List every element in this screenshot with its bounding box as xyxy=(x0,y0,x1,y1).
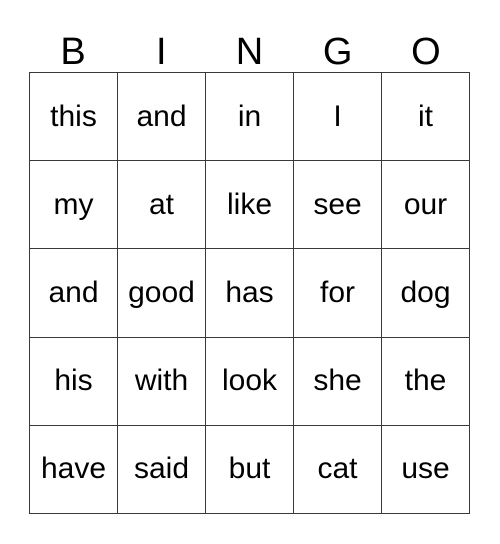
bingo-cell-r1c4[interactable]: I xyxy=(294,73,382,162)
bingo-cell-label: has xyxy=(225,275,274,309)
bingo-cell-r3c1[interactable]: and xyxy=(30,249,118,338)
bingo-cell-r3c3[interactable]: has xyxy=(206,249,294,338)
bingo-cell-label: she xyxy=(313,364,362,398)
bingo-cell-label: in xyxy=(237,99,262,133)
bingo-card: B I N G O this and in I it my at like se… xyxy=(0,0,500,544)
bingo-cell-r1c5[interactable]: it xyxy=(382,73,470,162)
bingo-cell-label: with xyxy=(134,364,189,398)
bingo-cell-r5c2[interactable]: said xyxy=(118,425,206,514)
bingo-cell-r1c2[interactable]: and xyxy=(118,73,206,162)
bingo-cell-r1c3[interactable]: in xyxy=(206,73,294,162)
bingo-cell-r4c2[interactable]: with xyxy=(118,337,206,426)
bingo-cell-label: our xyxy=(403,187,448,221)
bingo-header-letter-n: N xyxy=(235,31,264,73)
bingo-cell-label: like xyxy=(226,187,272,221)
bingo-header-letter-o: O xyxy=(411,31,441,73)
bingo-cell-label: my xyxy=(53,187,94,221)
bingo-cell-r1c1[interactable]: this xyxy=(30,73,118,162)
bingo-cell-label: this xyxy=(50,99,97,133)
bingo-cell-label: look xyxy=(221,364,278,398)
bingo-cell-label: I xyxy=(333,99,342,133)
bingo-cell-label: cat xyxy=(317,452,358,486)
bingo-cell-label: and xyxy=(136,99,187,133)
bingo-cell-label: said xyxy=(133,452,190,486)
bingo-cell-label: good xyxy=(128,275,195,309)
bingo-cell-r3c5[interactable]: dog xyxy=(382,249,470,338)
bingo-cell-label: use xyxy=(401,452,450,486)
bingo-cell-r2c2[interactable]: at xyxy=(118,161,206,250)
bingo-cell-r2c1[interactable]: my xyxy=(30,161,118,250)
bingo-cell-r4c5[interactable]: the xyxy=(382,337,470,426)
bingo-header-row: B I N G O xyxy=(29,24,470,72)
bingo-cell-label: it xyxy=(418,99,433,133)
bingo-cell-label: dog xyxy=(400,275,451,309)
bingo-grid: this and in I it my at like see our and … xyxy=(29,72,470,514)
bingo-cell-r5c1[interactable]: have xyxy=(30,425,118,514)
bingo-cell-label: but xyxy=(228,452,271,486)
bingo-cell-label: for xyxy=(319,275,355,309)
bingo-header-letter-i: I xyxy=(156,31,167,73)
bingo-cell-r2c4[interactable]: see xyxy=(294,161,382,250)
bingo-cell-r5c5[interactable]: use xyxy=(382,425,470,514)
bingo-cell-r3c2[interactable]: good xyxy=(118,249,206,338)
bingo-cell-r4c1[interactable]: his xyxy=(30,337,118,426)
bingo-cell-label: at xyxy=(148,187,175,221)
bingo-cell-label: the xyxy=(404,364,447,398)
bingo-cell-label: his xyxy=(54,364,93,398)
bingo-cell-label: and xyxy=(48,275,99,309)
bingo-cell-r2c3[interactable]: like xyxy=(206,161,294,250)
bingo-cell-r4c4[interactable]: she xyxy=(294,337,382,426)
bingo-cell-r3c4[interactable]: for xyxy=(294,249,382,338)
bingo-cell-r5c3[interactable]: but xyxy=(206,425,294,514)
bingo-cell-label: see xyxy=(313,187,362,221)
bingo-cell-label: have xyxy=(40,452,107,486)
bingo-cell-r4c3[interactable]: look xyxy=(206,337,294,426)
bingo-header-letter-b: B xyxy=(60,31,86,73)
bingo-cell-r5c4[interactable]: cat xyxy=(294,425,382,514)
bingo-cell-r2c5[interactable]: our xyxy=(382,161,470,250)
bingo-header-letter-g: G xyxy=(322,31,353,73)
